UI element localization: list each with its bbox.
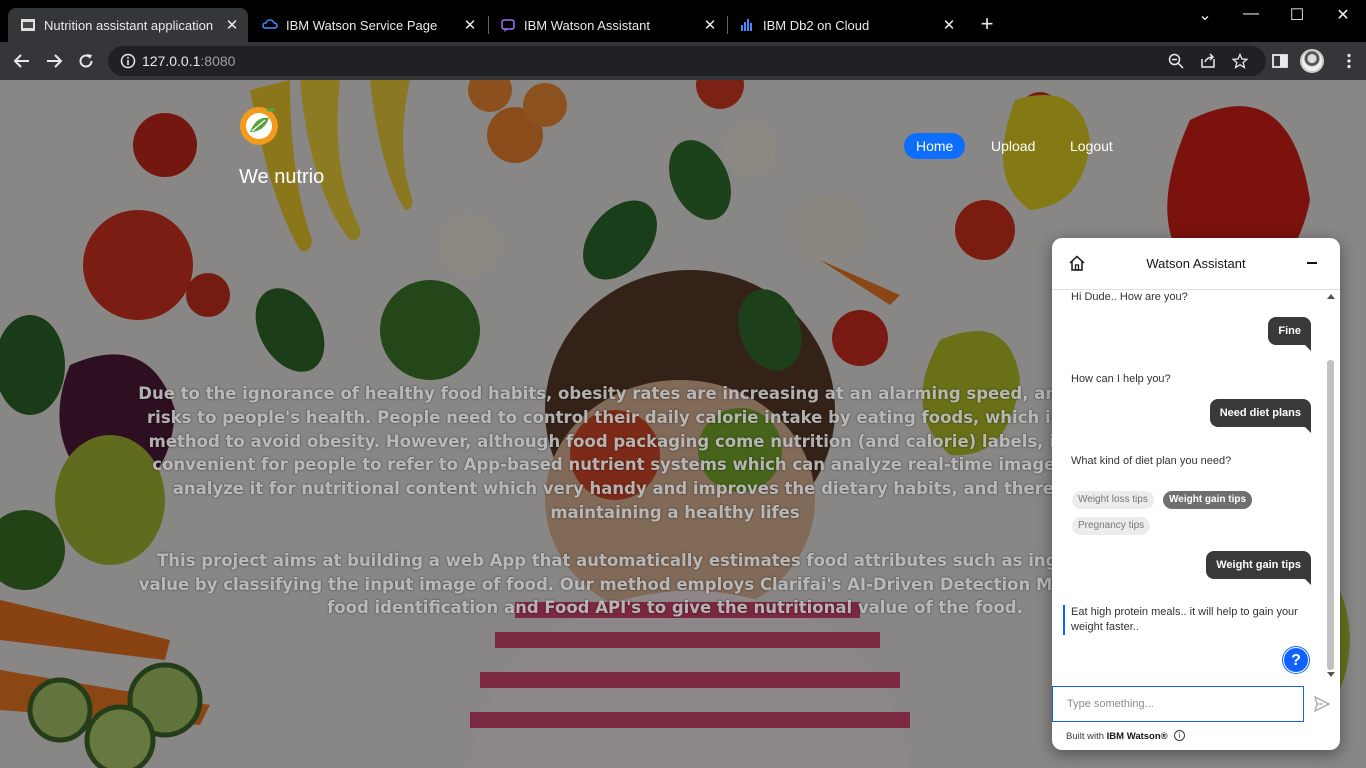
message-input[interactable]: Type something... xyxy=(1052,686,1304,722)
tab-nutrition-assistant[interactable]: Nutrition assistant application ✕ xyxy=(8,8,248,42)
close-tab-icon[interactable]: ✕ xyxy=(700,16,720,34)
url-port: :8080 xyxy=(200,53,236,69)
close-window-icon[interactable]: ✕ xyxy=(1320,5,1366,25)
minimize-window-icon[interactable]: — xyxy=(1228,5,1274,23)
forward-arrow-icon[interactable] xyxy=(43,50,65,72)
user-message: Fine xyxy=(1268,317,1311,351)
more-menu-icon[interactable] xyxy=(1340,52,1358,70)
close-tab-icon[interactable]: ✕ xyxy=(460,16,480,34)
minimize-icon[interactable] xyxy=(1307,262,1317,264)
bot-message: Eat high protein meals.. it will help to… xyxy=(1063,605,1299,635)
scroll-down-arrow-icon[interactable] xyxy=(1327,672,1335,677)
zoom-icon[interactable] xyxy=(1168,53,1184,69)
scrollbar-thumb[interactable] xyxy=(1327,360,1334,670)
ibm-cloud-icon xyxy=(262,17,278,33)
footer-brand: IBM Watson® xyxy=(1106,731,1168,742)
chat-scrollbar[interactable] xyxy=(1326,294,1335,678)
info-icon[interactable]: i xyxy=(1174,730,1185,741)
option-weight-loss-tips[interactable]: Weight loss tips xyxy=(1072,491,1154,509)
assistant-header: Watson Assistant xyxy=(1052,238,1340,290)
tab-title: Nutrition assistant application xyxy=(44,17,214,33)
profile-avatar[interactable] xyxy=(1300,49,1324,73)
bot-message: Hi Dude.. How are you? xyxy=(1071,291,1188,303)
nav-upload-link[interactable]: Upload xyxy=(979,133,1047,159)
tab-ibm-watson-assistant[interactable]: IBM Watson Assistant ✕ xyxy=(488,8,726,42)
chat-transcript[interactable]: Hi Dude.. How are you? Fine How can I he… xyxy=(1052,290,1340,678)
url-text: 127.0.0.1:8080 xyxy=(142,53,235,69)
new-tab-plus-icon[interactable]: + xyxy=(976,13,998,36)
watson-assistant-panel: Watson Assistant Hi Dude.. How are you? … xyxy=(1052,238,1340,750)
nav-logout-link[interactable]: Logout xyxy=(1058,133,1125,159)
send-icon[interactable] xyxy=(1313,695,1331,717)
tab-title: IBM Watson Assistant xyxy=(524,17,650,33)
maximize-window-icon[interactable]: ☐ xyxy=(1274,5,1320,25)
bot-message: What kind of diet plan you need? xyxy=(1071,455,1232,467)
bookmark-star-icon[interactable] xyxy=(1231,52,1249,69)
address-bar[interactable]: 127.0.0.1:8080 xyxy=(108,46,1266,76)
back-arrow-icon[interactable] xyxy=(11,50,33,72)
built-with-footer: Built with IBM Watson® xyxy=(1066,731,1168,742)
close-tab-icon[interactable]: ✕ xyxy=(939,16,959,34)
option-weight-gain-tips[interactable]: Weight gain tips xyxy=(1163,491,1253,509)
user-message: Weight gain tips xyxy=(1206,551,1311,585)
site-info-icon[interactable] xyxy=(120,53,136,74)
tab-search-chevron-icon[interactable]: ⌄ xyxy=(1182,5,1228,25)
tab-ibm-db2[interactable]: IBM Db2 on Cloud ✕ xyxy=(727,8,965,42)
reload-icon[interactable] xyxy=(75,50,97,72)
brand-name[interactable]: We nutrio xyxy=(239,166,324,189)
tab-title: IBM Db2 on Cloud xyxy=(763,17,870,33)
browser-tab-strip: Nutrition assistant application ✕ IBM Wa… xyxy=(0,0,1366,42)
url-host: 127.0.0.1 xyxy=(142,53,201,69)
scroll-up-arrow-icon[interactable] xyxy=(1327,294,1335,299)
side-panel-icon[interactable] xyxy=(1271,52,1289,70)
user-message: Need diet plans xyxy=(1209,399,1312,433)
tab-ibm-watson-service[interactable]: IBM Watson Service Page ✕ xyxy=(250,8,486,42)
db2-icon xyxy=(739,17,755,33)
watson-assistant-icon xyxy=(500,17,516,33)
close-tab-icon[interactable]: ✕ xyxy=(222,16,242,34)
help-button[interactable]: ? xyxy=(1283,647,1309,673)
we-nutrio-logo[interactable] xyxy=(238,104,280,146)
bot-message: How can I help you? xyxy=(1071,373,1171,385)
footer-prefix: Built with xyxy=(1066,731,1107,742)
tab-title: IBM Watson Service Page xyxy=(286,17,438,33)
option-pregnancy-tips[interactable]: Pregnancy tips xyxy=(1072,517,1151,535)
share-icon[interactable] xyxy=(1200,53,1216,69)
nav-home-link[interactable]: Home xyxy=(904,133,966,159)
assistant-title: Watson Assistant xyxy=(1146,256,1246,271)
we-nutrio-favicon xyxy=(20,17,36,33)
browser-toolbar: 127.0.0.1:8080 xyxy=(0,42,1366,80)
